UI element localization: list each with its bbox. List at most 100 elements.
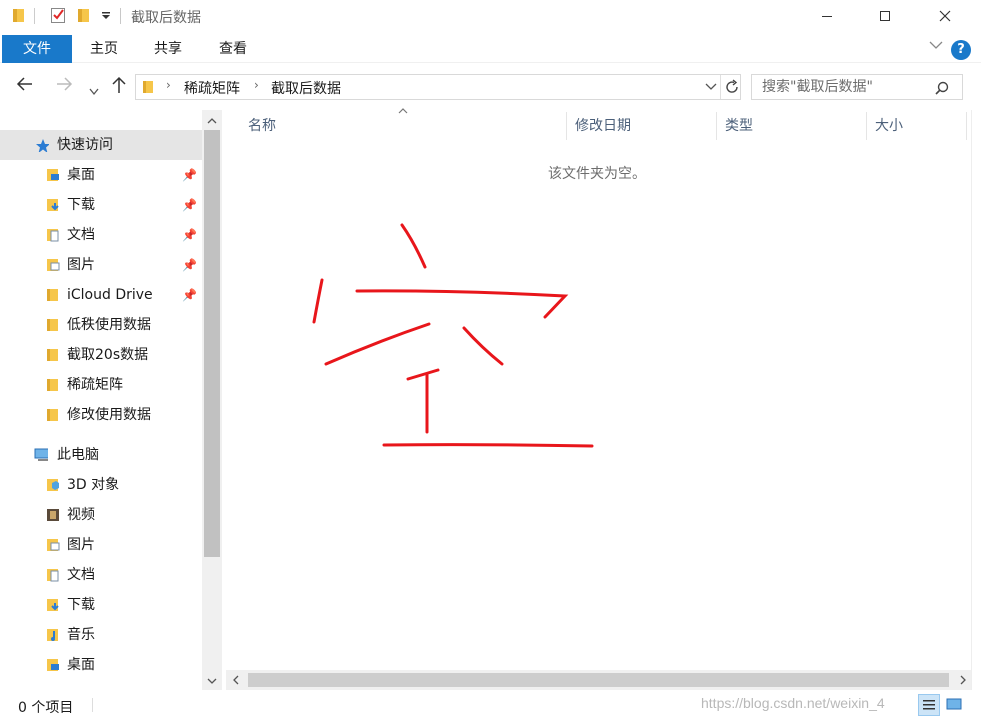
nav-label: 桌面 — [67, 657, 95, 673]
tab-view[interactable]: 查看 — [201, 35, 265, 63]
desktop-folder-icon — [47, 659, 59, 671]
breadcrumb-item[interactable]: 截取后数据 — [271, 78, 341, 98]
address-bar[interactable]: › 稀疏矩阵 › 截取后数据 — [135, 74, 741, 100]
computer-icon — [34, 448, 48, 461]
nav-item-desktop[interactable]: 桌面 📌 — [0, 160, 202, 190]
window-title: 截取后数据 — [131, 10, 201, 26]
nav-item-folder[interactable]: 截取20s数据 — [0, 340, 202, 370]
scroll-thumb[interactable] — [248, 673, 949, 687]
details-view-button[interactable] — [918, 694, 940, 716]
folder-icon — [47, 409, 58, 421]
search-input[interactable]: 搜索"截取后数据" — [751, 74, 963, 100]
nav-item-folder[interactable]: 修改使用数据 — [0, 400, 202, 430]
item-count: 0 个项目 — [18, 700, 74, 716]
nav-item-desktop[interactable]: 桌面 — [0, 650, 202, 680]
nav-label: iCloud Drive — [67, 287, 153, 303]
nav-label: 修改使用数据 — [67, 407, 151, 423]
nav-label: 图片 — [67, 257, 95, 273]
breadcrumb-separator[interactable]: › — [254, 78, 259, 92]
help-button[interactable]: ? — [951, 40, 971, 60]
documents-folder-icon — [47, 229, 59, 242]
watermark-text: https://blog.csdn.net/weixin_4 — [701, 695, 885, 711]
large-icons-view-icon — [946, 698, 962, 710]
back-button[interactable] — [16, 76, 34, 97]
breadcrumb-item[interactable]: 稀疏矩阵 — [184, 78, 240, 98]
tab-share[interactable]: 共享 — [136, 35, 200, 63]
forward-button[interactable] — [55, 76, 73, 97]
nav-item-folder[interactable]: 低秩使用数据 — [0, 310, 202, 340]
nav-item-pictures[interactable]: 图片 📌 — [0, 250, 202, 280]
search-icon[interactable] — [935, 81, 949, 95]
folder-icon — [47, 349, 58, 361]
nav-quick-access[interactable]: 快速访问 — [0, 130, 202, 160]
folder-icon[interactable] — [12, 7, 26, 23]
refresh-button[interactable] — [720, 75, 740, 99]
nav-item-music[interactable]: 音乐 — [0, 620, 202, 650]
ribbon-expand-button[interactable] — [929, 39, 943, 53]
pin-icon: 📌 — [182, 228, 197, 242]
maximize-icon — [880, 11, 890, 21]
pin-icon: 📌 — [182, 258, 197, 272]
nav-scrollbar[interactable] — [202, 110, 222, 690]
up-button[interactable] — [111, 76, 127, 99]
desktop-folder-icon — [47, 169, 59, 181]
close-button[interactable] — [922, 0, 968, 32]
window-edge — [971, 110, 981, 690]
nav-label: 文档 — [67, 227, 95, 243]
scroll-thumb[interactable] — [204, 130, 220, 557]
nav-item-3d-objects[interactable]: 3D 对象 — [0, 470, 202, 500]
scroll-left-button[interactable] — [226, 670, 246, 690]
navigation-pane: 快速访问 桌面 📌 下载 📌 文档 📌 图片 📌 iCloud Drive 📌 … — [0, 130, 202, 690]
breadcrumb-separator[interactable]: › — [166, 78, 171, 92]
documents-folder-icon — [47, 569, 59, 582]
chevron-down-icon — [89, 88, 99, 96]
pin-icon: 📌 — [182, 198, 197, 212]
folder-icon — [143, 81, 153, 93]
scroll-right-button[interactable] — [953, 670, 973, 690]
nav-label: 音乐 — [67, 627, 95, 643]
customize-dropdown-icon[interactable] — [101, 12, 111, 20]
nav-item-documents[interactable]: 文档 — [0, 560, 202, 590]
large-icons-view-button[interactable] — [944, 694, 966, 716]
chevron-down-icon — [705, 83, 717, 90]
pictures-folder-icon — [47, 259, 60, 271]
nav-label: 低秩使用数据 — [67, 317, 151, 333]
star-icon — [36, 139, 49, 152]
nav-label: 稀疏矩阵 — [67, 377, 123, 393]
nav-item-documents[interactable]: 文档 📌 — [0, 220, 202, 250]
music-icon — [47, 629, 58, 641]
title-bar: 截取后数据 — [0, 0, 981, 32]
nav-item-videos[interactable]: 视频 — [0, 500, 202, 530]
properties-check-icon[interactable] — [50, 7, 66, 24]
downloads-folder-icon — [47, 599, 59, 611]
details-view-icon — [923, 700, 935, 710]
tab-home[interactable]: 主页 — [72, 35, 136, 63]
address-row: › 稀疏矩阵 › 截取后数据 搜索"截取后数据" — [0, 64, 981, 110]
arrow-up-icon — [112, 76, 126, 93]
nav-label: 快速访问 — [57, 137, 113, 153]
tab-file[interactable]: 文件 — [2, 35, 72, 63]
content-horizontal-scrollbar[interactable] — [226, 670, 973, 690]
recent-locations-button[interactable] — [89, 81, 99, 101]
nav-label: 此电脑 — [57, 447, 99, 463]
chevron-left-icon — [233, 675, 239, 685]
refresh-icon — [726, 79, 738, 93]
nav-this-pc[interactable]: 此电脑 — [0, 440, 202, 470]
scroll-down-button[interactable] — [202, 670, 222, 690]
pin-icon: 📌 — [182, 168, 197, 182]
minimize-icon — [822, 16, 832, 17]
minimize-button[interactable] — [804, 0, 850, 32]
nav-item-folder[interactable]: 稀疏矩阵 — [0, 370, 202, 400]
nav-item-pictures[interactable]: 图片 — [0, 530, 202, 560]
maximize-button[interactable] — [862, 0, 908, 32]
address-history-button[interactable] — [702, 75, 720, 99]
nav-item-downloads[interactable]: 下载 — [0, 590, 202, 620]
scroll-up-button[interactable] — [202, 110, 222, 130]
nav-label: 下载 — [67, 597, 95, 613]
nav-label: 下载 — [67, 197, 95, 213]
nav-item-downloads[interactable]: 下载 📌 — [0, 190, 202, 220]
nav-item-icloud-drive[interactable]: iCloud Drive 📌 — [0, 280, 202, 310]
file-list[interactable]: 名称 修改日期 类型 大小 该文件夹为空。 — [226, 108, 971, 670]
ribbon-tabs: 文件 主页 共享 查看 ? — [0, 33, 981, 63]
new-folder-icon[interactable] — [77, 7, 91, 23]
